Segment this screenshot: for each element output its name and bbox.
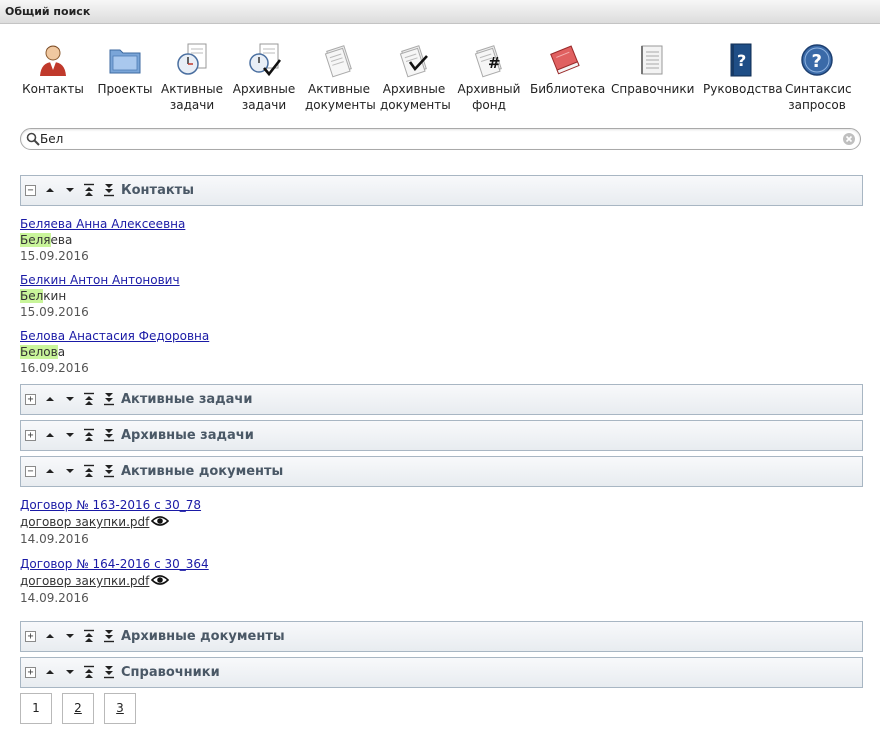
- move-bottom-icon[interactable]: [103, 629, 115, 643]
- toolbar-archive-documents-button[interactable]: Архивные документы: [380, 42, 451, 113]
- window-title: Общий поиск: [0, 0, 880, 24]
- match-snippet: Белкин: [20, 289, 67, 303]
- document-link[interactable]: Договор № 164-2016 с 30_364: [20, 557, 209, 571]
- move-top-icon[interactable]: [83, 428, 95, 442]
- section-active-documents: − Активные документы: [20, 456, 863, 487]
- section-archive-documents: + Архивные документы: [20, 621, 863, 652]
- match-snippet: Беляева: [20, 233, 73, 247]
- eye-icon[interactable]: [151, 574, 170, 586]
- item-date: 16.09.2016: [20, 361, 89, 375]
- documents-check-icon: [399, 45, 428, 78]
- move-top-icon[interactable]: [83, 629, 95, 643]
- move-down-icon[interactable]: [64, 464, 76, 478]
- svg-text:#: #: [488, 54, 501, 72]
- svg-text:?: ?: [737, 51, 746, 70]
- expand-toggle[interactable]: +: [25, 667, 36, 678]
- section-active-tasks: + Активные задачи: [20, 384, 863, 415]
- move-top-icon[interactable]: [83, 392, 95, 406]
- move-bottom-icon[interactable]: [103, 464, 115, 478]
- section-title: Архивные документы: [121, 629, 285, 644]
- list-item: Беляева Анна Алексеевна Беляева 15.09.20…: [20, 216, 185, 264]
- section-title: Активные документы: [121, 464, 284, 479]
- toolbar-contacts-button[interactable]: Контакты: [22, 42, 84, 97]
- toolbar-archive-fund-button[interactable]: # Архивный фонд: [456, 42, 522, 113]
- eye-icon[interactable]: [151, 515, 170, 527]
- help-circle-icon: ?: [801, 44, 833, 76]
- search-icon: [26, 132, 40, 146]
- move-up-icon[interactable]: [44, 464, 56, 478]
- expand-toggle[interactable]: +: [25, 631, 36, 642]
- toolbar-library-button[interactable]: Библиотека: [530, 42, 605, 97]
- move-bottom-icon[interactable]: [103, 183, 115, 197]
- contact-link[interactable]: Белкин Антон Антонович: [20, 273, 180, 287]
- move-down-icon[interactable]: [64, 392, 76, 406]
- expand-toggle[interactable]: +: [25, 394, 36, 405]
- move-bottom-icon[interactable]: [103, 428, 115, 442]
- clear-icon[interactable]: [842, 132, 856, 146]
- move-up-icon[interactable]: [44, 665, 56, 679]
- toolbar-active-tasks-button[interactable]: Активные задачи: [160, 42, 224, 113]
- move-up-icon[interactable]: [44, 629, 56, 643]
- match-snippet: Белова: [20, 345, 66, 359]
- item-date: 15.09.2016: [20, 305, 89, 319]
- notebook-icon: [641, 45, 663, 75]
- toolbar-query-syntax-button[interactable]: ? Синтаксис запросов: [785, 42, 852, 113]
- toolbar-active-documents-button[interactable]: Активные документы: [305, 42, 376, 113]
- move-top-icon[interactable]: [83, 665, 95, 679]
- list-item: Договор № 163-2016 с 30_78 договор закуп…: [20, 497, 201, 548]
- section-contacts: − Контакты: [20, 175, 863, 206]
- list-item: Белкин Антон Антонович Белкин 15.09.2016: [20, 272, 180, 320]
- page-2-button[interactable]: 2: [62, 693, 94, 724]
- section-title: Архивные задачи: [121, 428, 254, 443]
- page-1-button[interactable]: 1: [20, 693, 52, 724]
- contact-link[interactable]: Беляева Анна Алексеевна: [20, 217, 185, 231]
- toolbar-projects-button[interactable]: Проекты: [97, 42, 153, 97]
- toolbar-references-button[interactable]: Справочники: [611, 42, 694, 97]
- documents-hash-icon: #: [474, 45, 502, 78]
- contact-link[interactable]: Белова Анастасия Федоровна: [20, 329, 209, 343]
- section-title: Контакты: [121, 183, 194, 198]
- documents-stack-icon: [324, 45, 352, 78]
- move-up-icon[interactable]: [44, 392, 56, 406]
- help-book-icon: ?: [730, 43, 752, 77]
- clock-check-icon: [249, 43, 282, 77]
- item-date: 14.09.2016: [20, 532, 89, 546]
- section-references: + Справочники: [20, 657, 863, 688]
- section-title: Активные задачи: [121, 392, 253, 407]
- clock-task-icon: [177, 43, 207, 75]
- toolbar-manuals-button[interactable]: ? Руководства: [703, 42, 783, 97]
- move-down-icon[interactable]: [64, 183, 76, 197]
- expand-toggle[interactable]: +: [25, 430, 36, 441]
- toolbar-archive-tasks-button[interactable]: Архивные задачи: [232, 42, 296, 113]
- page-3-button[interactable]: 3: [104, 693, 136, 724]
- document-link[interactable]: Договор № 163-2016 с 30_78: [20, 498, 201, 512]
- move-bottom-icon[interactable]: [103, 392, 115, 406]
- search-category-toolbar: Контакты Проекты Активные задачи Архивны…: [0, 24, 880, 116]
- move-top-icon[interactable]: [83, 464, 95, 478]
- move-up-icon[interactable]: [44, 183, 56, 197]
- section-archive-tasks: + Архивные задачи: [20, 420, 863, 451]
- contact-person-icon: [40, 45, 66, 76]
- attachment-link[interactable]: договор закупки.pdf: [20, 574, 149, 588]
- svg-text:?: ?: [812, 51, 822, 72]
- move-top-icon[interactable]: [83, 183, 95, 197]
- book-icon: [550, 45, 580, 75]
- folder-icon: [109, 49, 141, 74]
- move-down-icon[interactable]: [64, 428, 76, 442]
- search-input[interactable]: [40, 130, 840, 148]
- move-up-icon[interactable]: [44, 428, 56, 442]
- move-down-icon[interactable]: [64, 665, 76, 679]
- collapse-toggle[interactable]: −: [25, 466, 36, 477]
- item-date: 15.09.2016: [20, 249, 89, 263]
- section-title: Справочники: [121, 665, 220, 680]
- list-item: Договор № 164-2016 с 30_364 договор заку…: [20, 556, 209, 607]
- search-box: [20, 128, 861, 150]
- list-item: Белова Анастасия Федоровна Белова 16.09.…: [20, 328, 209, 376]
- move-bottom-icon[interactable]: [103, 665, 115, 679]
- move-down-icon[interactable]: [64, 629, 76, 643]
- item-date: 14.09.2016: [20, 591, 89, 605]
- collapse-toggle[interactable]: −: [25, 185, 36, 196]
- attachment-link[interactable]: договор закупки.pdf: [20, 515, 149, 529]
